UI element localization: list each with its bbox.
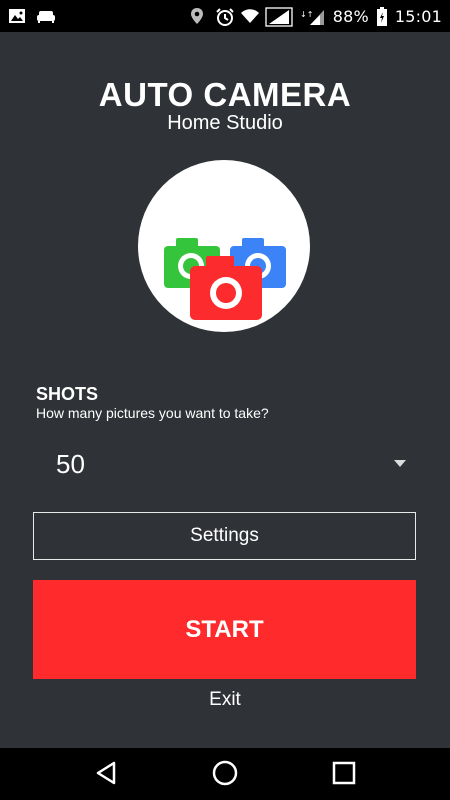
sofa-icon bbox=[36, 7, 55, 25]
svg-text:↓↑: ↓↑ bbox=[300, 10, 313, 19]
back-icon[interactable] bbox=[90, 758, 124, 788]
shots-dropdown[interactable]: 50 bbox=[36, 442, 416, 486]
exit-button[interactable]: Exit bbox=[0, 689, 450, 711]
battery-percent: 88% bbox=[332, 6, 369, 26]
camera-logo-icon bbox=[138, 160, 310, 332]
location-icon bbox=[190, 7, 208, 25]
signal-icon: ↓↑ bbox=[300, 7, 326, 25]
home-icon[interactable] bbox=[208, 758, 242, 788]
image-icon bbox=[8, 7, 26, 25]
navigation-bar bbox=[0, 748, 450, 800]
dropdown-arrow-icon bbox=[394, 460, 406, 467]
wifi-icon bbox=[240, 7, 259, 25]
shots-selected-value: 50 bbox=[56, 448, 85, 479]
battery-icon bbox=[376, 7, 388, 26]
recents-icon[interactable] bbox=[327, 758, 361, 788]
status-bar: ↓↑ 88% 15:01 bbox=[0, 0, 450, 32]
app-subtitle: Home Studio bbox=[167, 112, 283, 134]
alarm-icon bbox=[215, 7, 234, 26]
shots-hint: How many pictures you want to take? bbox=[36, 405, 269, 421]
settings-button[interactable]: Settings bbox=[33, 512, 416, 560]
shots-label: SHOTS bbox=[36, 384, 99, 404]
start-button[interactable]: START bbox=[33, 580, 416, 679]
signal-icon bbox=[265, 7, 293, 27]
clock: 15:01 bbox=[394, 6, 442, 26]
app-title: AUTO CAMERA bbox=[98, 76, 352, 113]
app-screen: AUTO CAMERA Home Studio SHOTS How many p… bbox=[0, 32, 450, 748]
